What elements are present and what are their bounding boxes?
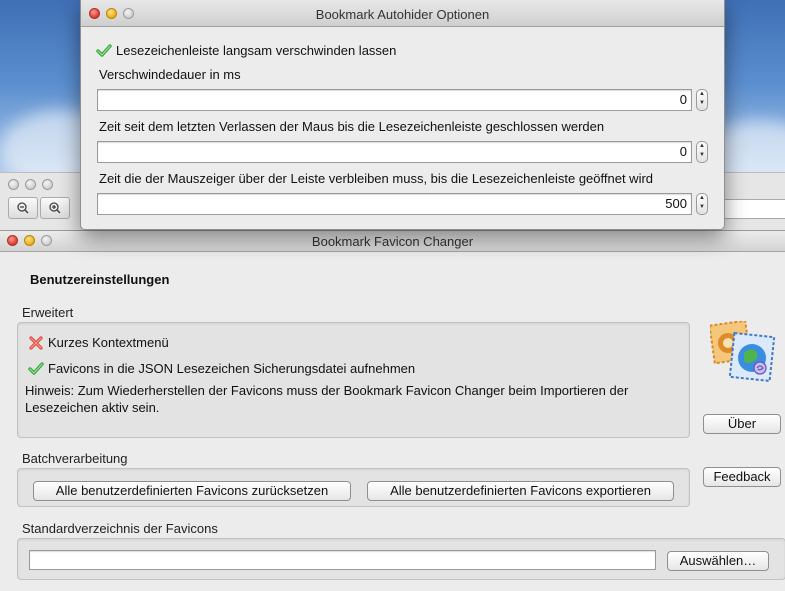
- close-delay-stepper[interactable]: ▲ ▼: [696, 141, 708, 163]
- settings-heading: Benutzereinstellungen: [30, 272, 170, 287]
- zoom-out-icon: [17, 202, 29, 214]
- advanced-label: Erweitert: [22, 305, 74, 320]
- hint-line: Lesezeichen aktiv sein.: [25, 400, 160, 415]
- about-button[interactable]: Über: [703, 414, 781, 434]
- autohider-options-dialog: Bookmark Autohider Optionen Lesezeichenl…: [80, 0, 725, 230]
- close-button[interactable]: [8, 179, 19, 190]
- titlebar: Bookmark Favicon Changer: [0, 231, 785, 252]
- favicons-json-label: Favicons in die JSON Lesezeichen Sicheru…: [48, 361, 416, 376]
- fade-duration-input[interactable]: 0: [97, 89, 692, 111]
- choose-directory-button[interactable]: Auswählen…: [667, 551, 769, 571]
- hint-line: Hinweis: Zum Wiederherstellen der Favico…: [25, 383, 629, 398]
- fade-duration-label: Verschwindedauer in ms: [99, 67, 241, 82]
- minimize-button[interactable]: [25, 179, 36, 190]
- short-context-menu-label: Kurzes Kontextmenü: [48, 335, 169, 350]
- directory-path-input[interactable]: [29, 550, 656, 570]
- open-delay-input[interactable]: 500: [97, 193, 692, 215]
- checkmark-icon: [28, 361, 44, 375]
- favicon-changer-window: Bookmark Favicon Changer Benutzereinstel…: [0, 230, 785, 591]
- fade-out-label: Lesezeichenleiste langsam verschwinden l…: [116, 43, 397, 58]
- restore-hint: Hinweis: Zum Wiederherstellen der Favico…: [25, 382, 628, 416]
- short-context-menu-option[interactable]: Kurzes Kontextmenü: [28, 335, 169, 350]
- zoom-toolbar: [8, 197, 72, 219]
- window-title: Bookmark Favicon Changer: [311, 234, 474, 249]
- fade-duration-stepper[interactable]: ▲ ▼: [696, 89, 708, 111]
- cross-icon: [29, 335, 43, 350]
- batch-label: Batchverarbeitung: [22, 451, 128, 466]
- zoom-in-button[interactable]: [40, 197, 70, 219]
- reset-favicons-button[interactable]: Alle benutzerdefinierten Favicons zurück…: [33, 481, 351, 501]
- open-delay-label: Zeit die der Mauszeiger über der Leiste …: [99, 171, 654, 186]
- feedback-button[interactable]: Feedback: [703, 467, 781, 487]
- favicons-json-option[interactable]: Favicons in die JSON Lesezeichen Sicheru…: [28, 361, 415, 376]
- zoom-out-button[interactable]: [8, 197, 38, 219]
- export-favicons-button[interactable]: Alle benutzerdefinierten Favicons export…: [367, 481, 674, 501]
- close-delay-input[interactable]: 0: [97, 141, 692, 163]
- close-delay-label: Zeit seit dem letzten Verlassen der Maus…: [99, 119, 605, 134]
- zoom-in-icon: [49, 202, 61, 214]
- zoom-button[interactable]: [42, 179, 53, 190]
- window-controls: [8, 179, 53, 190]
- directory-label: Standardverzeichnis der Favicons: [22, 521, 218, 536]
- checkmark-icon: [96, 43, 112, 57]
- dialog-title: Bookmark Autohider Optionen: [315, 7, 490, 22]
- fade-out-option[interactable]: Lesezeichenleiste langsam verschwinden l…: [96, 43, 396, 58]
- open-delay-stepper[interactable]: ▲ ▼: [696, 193, 708, 215]
- dialog-titlebar: Bookmark Autohider Optionen: [81, 0, 724, 27]
- favicon-stamp-icon: [710, 321, 776, 383]
